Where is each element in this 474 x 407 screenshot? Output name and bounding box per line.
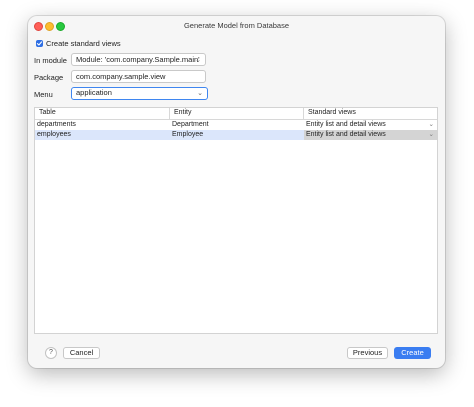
table-cell-standard-views: Entity list and detail views	[306, 131, 386, 138]
package-label: Package	[34, 73, 64, 82]
module-select-value: Module: 'com.company.Sample.main'	[76, 55, 200, 64]
chevron-down-icon: ⌄	[428, 131, 434, 138]
menu-select[interactable]: application ⌄	[71, 87, 208, 100]
previous-button[interactable]: Previous	[347, 347, 388, 359]
column-divider[interactable]	[169, 108, 170, 119]
table-cell-table: employees	[37, 131, 71, 138]
table-cell-standard-views: Entity list and detail views	[306, 121, 386, 128]
table-row[interactable]: departments Department Entity list and d…	[35, 120, 437, 130]
column-header-standard-views[interactable]: Standard views	[308, 109, 356, 116]
column-header-entity[interactable]: Entity	[174, 109, 192, 116]
create-standard-views-checkbox[interactable]	[36, 40, 43, 47]
cancel-button[interactable]: Cancel	[63, 347, 100, 359]
window-title: Generate Model from Database	[183, 21, 290, 30]
chevron-down-icon: ⌄	[428, 121, 434, 128]
entity-table: Table Entity Standard views departments …	[34, 107, 438, 334]
chevron-down-icon: ⌄	[195, 57, 201, 64]
help-button[interactable]: ?	[45, 347, 57, 359]
column-header-table[interactable]: Table	[39, 109, 56, 116]
chevron-down-icon: ⌄	[197, 90, 203, 97]
create-standard-views-label: Create standard views	[46, 39, 121, 48]
table-cell-entity: Department	[172, 121, 209, 128]
table-row[interactable]: employees Employee Entity list and detai…	[35, 130, 437, 140]
module-label: In module	[34, 56, 67, 65]
table-cell-entity: Employee	[172, 131, 204, 138]
menu-label: Menu	[34, 90, 53, 99]
column-divider[interactable]	[303, 108, 304, 119]
title-bar: Generate Model from Database	[28, 16, 445, 36]
standard-views-select[interactable]: Entity list and detail views ⌄	[304, 120, 437, 130]
checkmark-icon	[36, 41, 43, 46]
package-input[interactable]: com.company.sample.view	[71, 70, 206, 83]
table-header: Table Entity Standard views	[35, 108, 437, 120]
menu-select-value: application	[76, 88, 112, 97]
package-input-value: com.company.sample.view	[76, 72, 166, 81]
create-button[interactable]: Create	[394, 347, 431, 359]
dialog-window: Generate Model from Database Create stan…	[28, 16, 445, 368]
standard-views-select[interactable]: Entity list and detail views ⌄	[304, 130, 437, 140]
module-select[interactable]: Module: 'com.company.Sample.main' ⌄	[71, 53, 206, 66]
table-cell-table: departments	[37, 121, 76, 128]
